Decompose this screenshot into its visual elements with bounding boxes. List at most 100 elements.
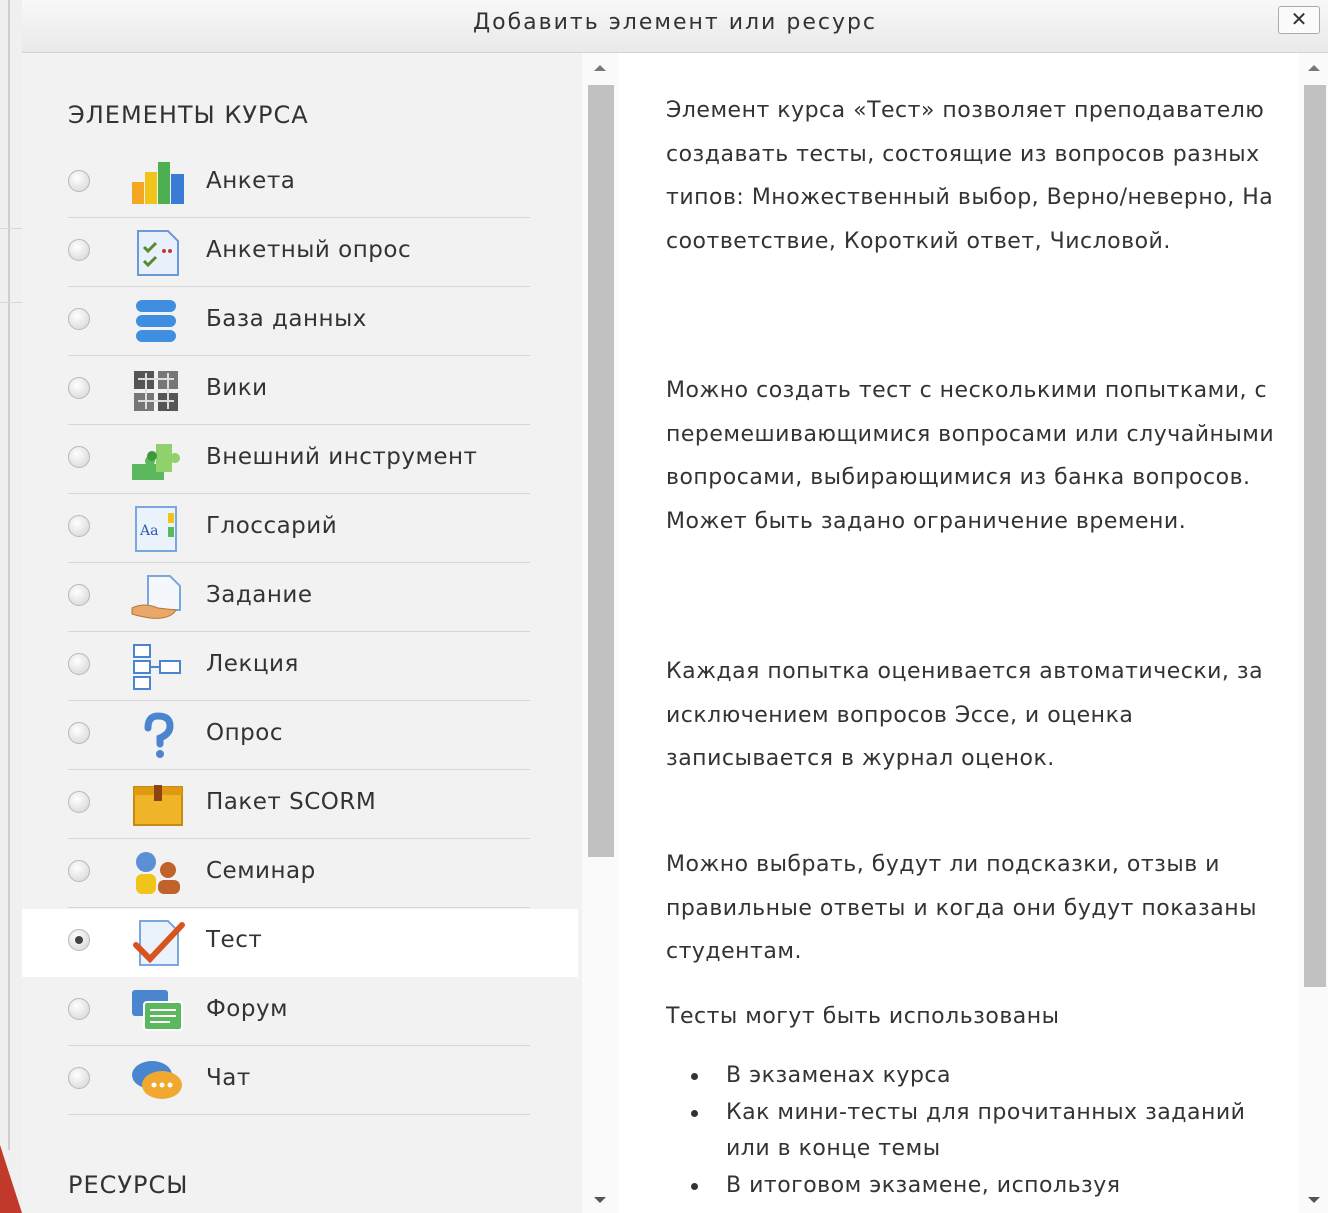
divider [68,700,530,701]
radio-button[interactable] [68,377,90,399]
scroll-thumb[interactable] [588,85,614,857]
option-survey[interactable]: Анкетный опрос [22,219,578,287]
radio-button[interactable] [68,1067,90,1089]
list-item: В экзаменах курса [666,1058,1282,1095]
option-label: Глоссарий [206,513,338,539]
option-label: Опрос [206,720,283,746]
list-item-text: В экзаменах курса [726,1063,951,1088]
option-assignment[interactable]: Задание [22,564,578,632]
radio-button[interactable] [68,308,90,330]
activity-list-pane[interactable]: ЭЛЕМЕНТЫ КУРСА Анкета Анкетный опрос Баз… [22,53,582,1213]
radio-button[interactable] [68,791,90,813]
puzzle-external-tool-icon [132,444,180,480]
option-quiz[interactable]: Тест [22,909,578,977]
divider [68,286,530,287]
option-label: Форум [206,996,288,1022]
option-chat[interactable]: Чат [22,1047,578,1115]
option-label: Семинар [206,858,316,884]
divider [68,907,530,908]
radio-button-selected[interactable] [68,929,90,951]
description-paragraph: Можно выбрать, будут ли подсказки, отзыв… [666,852,1257,964]
activities-section-header: ЭЛЕМЕНТЫ КУРСА [68,101,309,129]
option-database[interactable]: База данных [22,288,578,356]
divider [68,1114,530,1115]
divider [68,217,530,218]
description-paragraph: Тесты могут быть использованы [666,1004,1060,1029]
option-glossary[interactable]: Aa Глоссарий [22,495,578,563]
list-item: Как мини-тесты для прочитанных заданий и… [666,1095,1282,1168]
radio-button[interactable] [68,860,90,882]
option-choice[interactable]: Опрос [22,702,578,770]
list-item: В итоговом экзамене, используя [666,1168,1282,1205]
option-lesson[interactable]: Лекция [22,633,578,701]
radio-button[interactable] [68,998,90,1020]
database-icon [136,300,176,342]
scorm-package-icon [133,785,183,826]
background-divider [0,302,22,303]
close-button[interactable]: ✕ [1278,6,1320,34]
radio-button[interactable] [68,515,90,537]
left-scrollbar[interactable] [582,53,618,1213]
usage-list: В экзаменах курса Как мини-тесты для про… [666,1058,1282,1204]
option-label: Лекция [206,651,299,677]
option-label: База данных [206,306,367,332]
wiki-icon [134,371,178,411]
bullet-icon [691,1109,698,1117]
scroll-up-arrow-icon[interactable] [594,65,606,71]
divider [68,355,530,356]
glossary-icon: Aa [135,506,177,552]
dialog-header: Добавить элемент или ресурс ✕ [22,0,1328,53]
radio-dot [75,936,83,944]
option-feedback[interactable]: Анкета [22,150,578,218]
radio-button[interactable] [68,584,90,606]
scroll-thumb[interactable] [1304,85,1326,987]
close-icon: ✕ [1290,7,1308,31]
option-label: Анкета [206,168,296,194]
option-label: Пакет SCORM [206,789,377,815]
divider [68,769,530,770]
background-page-strip [0,0,22,1213]
option-label: Анкетный опрос [206,237,412,263]
workshop-people-icon [136,852,180,894]
divider [68,424,530,425]
radio-button[interactable] [68,653,90,675]
description-paragraph: Каждая попытка оценивается автоматически… [666,659,1264,771]
scroll-down-arrow-icon[interactable] [1308,1197,1320,1203]
list-item-text: В итоговом экзамене, используя [726,1172,1121,1198]
option-scorm[interactable]: Пакет SCORM [22,771,578,839]
bullet-icon [691,1182,698,1190]
scroll-down-arrow-icon[interactable] [594,1197,606,1203]
radio-button[interactable] [68,722,90,744]
option-label: Внешний инструмент [206,444,478,470]
add-activity-dialog: Добавить элемент или ресурс ✕ ЭЛЕМЕНТЫ К… [22,0,1328,1213]
option-label: Задание [206,582,313,608]
description-paragraph: Элемент курса «Тест» позволяет преподава… [666,98,1274,254]
bullet-icon [691,1073,698,1080]
list-item-text: Как мини-тесты для прочитанных заданий и… [726,1099,1246,1162]
right-scrollbar[interactable] [1298,53,1328,1213]
option-wiki[interactable]: Вики [22,357,578,425]
background-divider [8,0,10,1150]
feedback-bar-chart-icon [132,162,184,204]
forum-icon [132,990,183,1031]
scroll-up-arrow-icon[interactable] [1308,65,1320,71]
divider [68,838,530,839]
option-label: Вики [206,375,268,401]
dialog-title: Добавить элемент или ресурс [472,10,878,35]
option-label: Чат [206,1065,251,1091]
option-workshop[interactable]: Семинар [22,840,578,908]
assignment-icon [131,575,181,619]
radio-button[interactable] [68,239,90,261]
radio-button[interactable] [68,170,90,192]
divider [68,562,530,563]
background-red-shape [0,1145,22,1213]
lesson-flowchart-icon [133,644,181,690]
option-forum[interactable]: Форум [22,978,578,1046]
divider [68,493,530,494]
quiz-checkmark-icon [133,920,185,966]
divider [68,1045,530,1046]
description-pane: Элемент курса «Тест» позволяет преподава… [620,53,1282,1213]
option-external-tool[interactable]: Внешний инструмент [22,426,578,494]
description-paragraph: Можно создать тест с несколькими попытка… [666,378,1275,534]
radio-button[interactable] [68,446,90,468]
